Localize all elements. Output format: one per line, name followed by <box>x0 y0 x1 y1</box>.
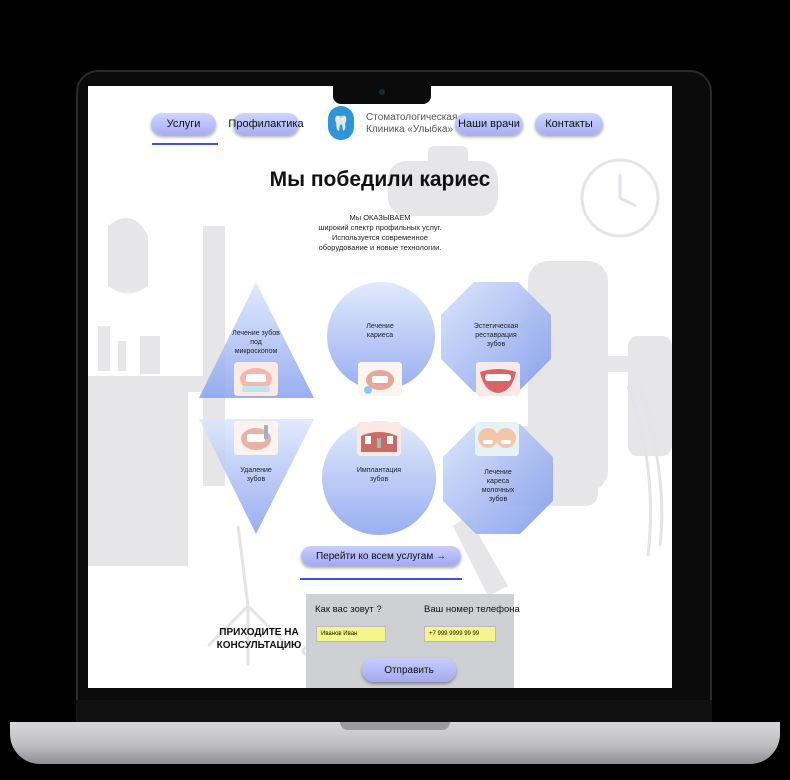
service-label: Имплантация зубов <box>329 466 429 484</box>
service-label-line: Эстетическая <box>473 323 519 330</box>
service-label-line: кареса <box>486 478 510 485</box>
camera-icon <box>379 89 385 95</box>
service-label-line: под <box>250 339 262 346</box>
consultation-line: ПРИХОДИТЕ НА <box>219 627 299 638</box>
consultation-line: КОНСУЛЬТАЦИЮ <box>216 640 302 651</box>
service-label-line: Лечение зубов <box>232 330 280 337</box>
service-label-line: Лечение <box>366 323 394 330</box>
service-photo-kids <box>475 422 519 456</box>
service-label-line: молочных <box>481 487 515 494</box>
laptop-hinge <box>76 700 712 724</box>
service-label-line: зубов <box>246 476 266 483</box>
service-photo-restoration <box>476 362 520 396</box>
service-label-line: Имплантация <box>356 467 402 474</box>
service-label: Лечение кареса молочных зубов <box>448 468 548 504</box>
service-label-line: зубов <box>369 476 389 483</box>
service-photo-microscope <box>234 362 278 396</box>
service-label-line: зубов <box>486 341 506 348</box>
service-label: Лечение кариеса <box>330 322 430 340</box>
service-label-line: кариеса <box>366 332 394 339</box>
all-services-underline <box>300 578 462 580</box>
service-label-line: реставрация <box>475 332 517 339</box>
name-label: Как вас зовут ? <box>315 604 382 615</box>
service-photo-implant <box>357 422 401 456</box>
submit-button[interactable]: Отправить <box>362 658 456 682</box>
phone-label: Ваш номер телефона <box>424 604 520 615</box>
service-label: Удаление зубов <box>206 466 306 484</box>
service-label-line: зубов <box>488 496 508 503</box>
service-label: Лечение зубов под микроскопом <box>206 329 306 356</box>
service-label-line: микроскопом <box>234 348 278 355</box>
service-photo-extraction <box>234 421 278 455</box>
service-label: Эстетическая реставрация зубов <box>446 322 546 349</box>
consultation-heading: ПРИХОДИТЕ НА КОНСУЛЬТАЦИЮ <box>214 626 304 652</box>
phone-input[interactable]: +7 999 9999 99 99 <box>424 626 496 642</box>
laptop-groove <box>340 722 450 730</box>
service-photo-caries <box>358 362 402 396</box>
all-services-button[interactable]: Перейти ко всем услугам → <box>301 546 461 566</box>
service-label-line: Удаление <box>240 467 272 474</box>
name-input[interactable]: Иванов Иван <box>316 626 386 642</box>
website-screen: Услуги Профилактика 🦷 Стоматологическая … <box>88 86 672 688</box>
service-label-line: Лечение <box>484 469 512 476</box>
